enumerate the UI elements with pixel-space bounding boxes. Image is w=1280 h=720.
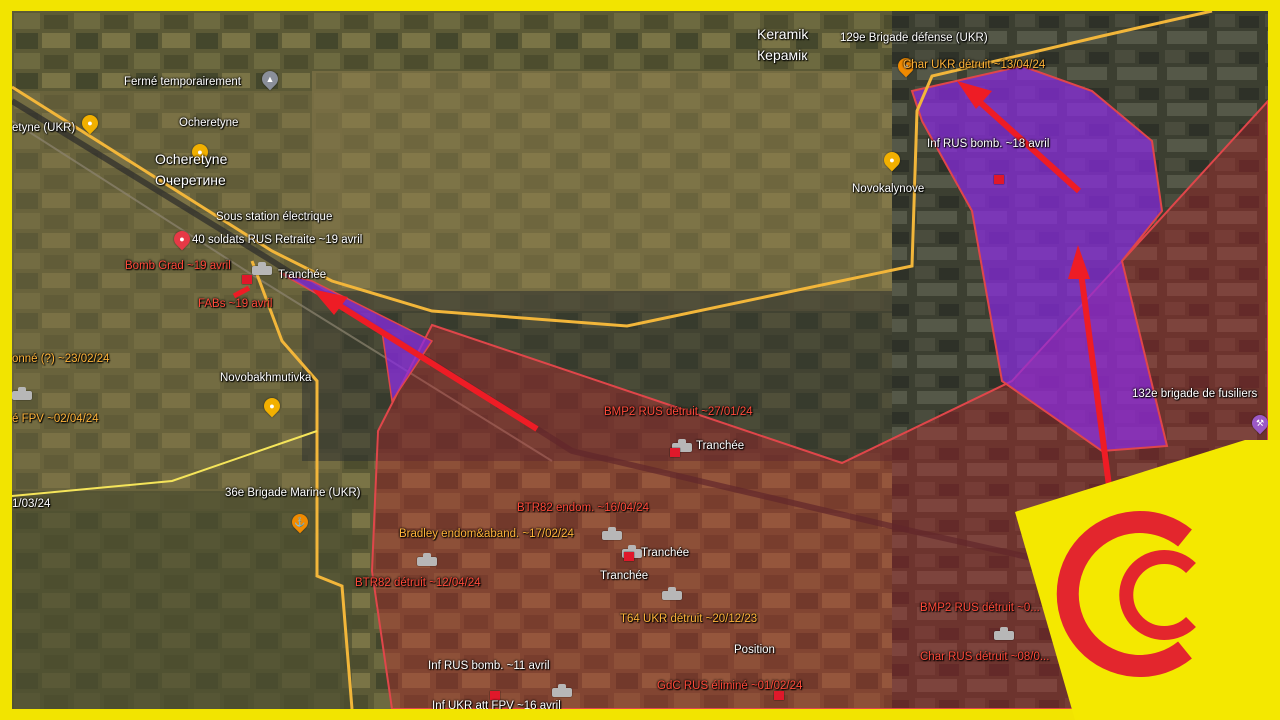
channel-logo [1015,440,1280,720]
label-left-230224: onné (?) ~23/02/24 [12,353,110,365]
label-char-ukr: Char UKR détruit ~13/04/24 [903,59,1046,71]
map-pin-icon[interactable]: ● [170,227,194,251]
place-ferme: Fermé temporairement [124,76,241,88]
rus-marker-icon[interactable] [490,691,500,700]
label-btr82-endom: BTR82 endom. ~16/04/24 [517,502,650,514]
place-novokalynove: Novokalynove [852,183,925,195]
place-ocheretyne-ukr: etyne (UKR) [12,122,76,134]
place-ocheretyne-latin: Ocheretyne [155,151,228,167]
label-inf-rus-11: Inf RUS bomb. ~11 avril [428,660,550,672]
tank-icon[interactable] [12,387,32,400]
tank-icon[interactable] [552,684,572,697]
terrain-north-fields [312,71,892,311]
label-tranchee-3: Tranchée [641,547,690,559]
label-inf-ukr-fpv: Inf UKR att FPV ~16 avril [432,700,561,709]
label-left-fpv: é FPV ~02/04/24 [12,413,99,425]
label-left-0324: 1/03/24 [12,498,51,510]
hammer-pin-icon[interactable]: ⚒ [1248,411,1268,435]
label-gdc-rus: GdC RUS éliminé ~01/02/24 [657,680,803,692]
rus-marker-icon[interactable] [994,175,1004,184]
label-inf-rus-18: Inf RUS bomb. ~18 avril [927,138,1050,150]
tank-icon[interactable] [602,527,622,540]
tank-icon[interactable] [994,627,1014,640]
label-t64: T64 UKR détruit ~20/12/23 [620,613,758,625]
label-40-soldats: 40 soldats RUS Retraite ~19 avril [192,234,363,246]
school-pin-icon[interactable]: ▲ [258,67,282,91]
label-btr82-detruit: BTR82 détruit ~12/04/24 [355,577,481,589]
tank-icon[interactable] [662,587,682,600]
label-position: Position [734,644,775,656]
place-sous-station: Sous station électrique [216,211,333,223]
place-keramik-cyrillic: Керамік [757,47,808,63]
label-fabs: FABs ~19 avril [198,298,273,310]
place-ocheretyne-small: Ocheretyne [179,117,239,129]
label-tranchee-2: Tranchée [696,440,745,452]
label-tranchee-1: Tranchée [278,269,327,281]
label-bradley: Bradley endom&aband. ~17/02/24 [399,528,574,540]
unit-132-brigade: 132e brigade de fusiliers [1132,388,1258,400]
place-ocheretyne-cyrillic: Очеретине [155,172,226,188]
label-bmp2-270124: BMP2 RUS détruit ~27/01/24 [604,406,753,418]
unit-36-brigade: 36e Brigade Marine (UKR) [225,487,361,499]
rus-marker-icon[interactable] [242,275,252,284]
tank-icon[interactable] [417,553,437,566]
unit-129-brigade: 129e Brigade défense (UKR) [840,32,988,44]
label-tranchee-4: Tranchée [600,570,649,582]
map-pin-icon[interactable]: ● [78,111,102,135]
map-pin-icon[interactable]: ● [880,148,904,172]
label-bomb-grad: Bomb Grad ~19 avril [125,260,231,272]
anchor-pin-icon[interactable]: ⚓ [288,510,312,534]
rus-marker-icon[interactable] [624,552,634,561]
map-pin-icon[interactable]: ● [260,394,284,418]
place-keramik-latin: Keramik [757,26,809,42]
tank-icon[interactable] [252,262,272,275]
place-novobakhmutivka: Novobakhmutivka [220,372,312,384]
rus-marker-icon[interactable] [670,448,680,457]
